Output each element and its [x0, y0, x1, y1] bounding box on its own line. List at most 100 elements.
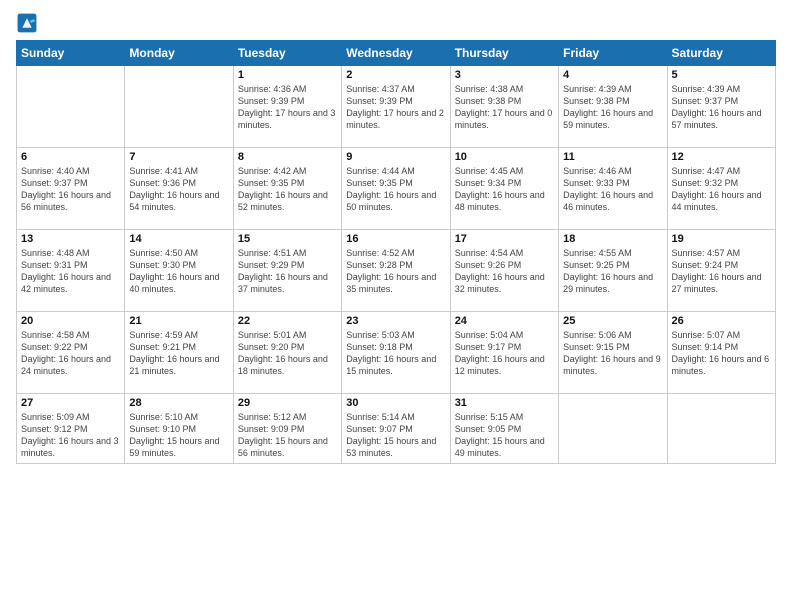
calendar-cell: 26 Sunrise: 5:07 AMSunset: 9:14 PMDayligh… [667, 312, 775, 394]
day-number: 15 [238, 233, 337, 245]
day-number: 27 [21, 397, 120, 409]
calendar-cell: 4Sunrise: 4:39 AMSunset: 9:38 PMDaylight… [559, 66, 667, 148]
day-number: 6 [21, 151, 120, 163]
calendar-cell: 8Sunrise: 4:42 AMSunset: 9:35 PMDaylight… [233, 148, 341, 230]
day-number: 26 [672, 315, 771, 327]
calendar-cell: 3 Sunrise: 4:38 AMSunset: 9:38 PMDaylight… [450, 66, 558, 148]
day-number: 17 [455, 233, 554, 245]
calendar-cell: 30 Sunrise: 5:14 AMSunset: 9:07 PMDayligh… [342, 394, 450, 464]
calendar-cell: 1 Sunrise: 4:36 AMSunset: 9:39 PMDaylight… [233, 66, 341, 148]
day-info: Sunrise: 5:06 AMSunset: 9:15 PMDaylight:… [563, 330, 661, 376]
day-info: Sunrise: 4:41 AMSunset: 9:36 PMDaylight:… [129, 166, 219, 212]
day-info: Sunrise: 5:10 AMSunset: 9:10 PMDaylight:… [129, 412, 219, 458]
calendar-cell: 11 Sunrise: 4:46 AMSunset: 9:33 PMDayligh… [559, 148, 667, 230]
day-info: Sunrise: 5:12 AMSunset: 9:09 PMDaylight:… [238, 412, 328, 458]
day-number: 1 [238, 69, 337, 81]
day-info: Sunrise: 4:50 AMSunset: 9:30 PMDaylight:… [129, 248, 219, 294]
calendar-cell: 17 Sunrise: 4:54 AMSunset: 9:26 PMDayligh… [450, 230, 558, 312]
calendar-cell: 7 Sunrise: 4:41 AMSunset: 9:36 PMDaylight… [125, 148, 233, 230]
day-number: 12 [672, 151, 771, 163]
day-info: Sunrise: 4:40 AMSunset: 9:37 PMDaylight:… [21, 166, 111, 212]
day-number: 11 [563, 151, 662, 163]
calendar-cell: 14 Sunrise: 4:50 AMSunset: 9:30 PMDayligh… [125, 230, 233, 312]
logo [16, 12, 42, 34]
calendar-cell: 16 Sunrise: 4:52 AMSunset: 9:28 PMDayligh… [342, 230, 450, 312]
day-number: 22 [238, 315, 337, 327]
day-info: Sunrise: 4:52 AMSunset: 9:28 PMDaylight:… [346, 248, 436, 294]
day-info: Sunrise: 4:51 AMSunset: 9:29 PMDaylight:… [238, 248, 328, 294]
day-info: Sunrise: 4:44 AMSunset: 9:35 PMDaylight:… [346, 166, 436, 212]
day-number: 3 [455, 69, 554, 81]
day-info: Sunrise: 4:46 AMSunset: 9:33 PMDaylight:… [563, 166, 653, 212]
calendar-cell: 24 Sunrise: 5:04 AMSunset: 9:17 PMDayligh… [450, 312, 558, 394]
day-info: Sunrise: 4:57 AMSunset: 9:24 PMDaylight:… [672, 248, 762, 294]
calendar-cell: 19 Sunrise: 4:57 AMSunset: 9:24 PMDayligh… [667, 230, 775, 312]
day-info: Sunrise: 4:45 AMSunset: 9:34 PMDaylight:… [455, 166, 545, 212]
calendar-cell: 2 Sunrise: 4:37 AMSunset: 9:39 PMDaylight… [342, 66, 450, 148]
day-number: 25 [563, 315, 662, 327]
calendar-cell: 22 Sunrise: 5:01 AMSunset: 9:20 PMDayligh… [233, 312, 341, 394]
day-number: 2 [346, 69, 445, 81]
calendar-cell: 10 Sunrise: 4:45 AMSunset: 9:34 PMDayligh… [450, 148, 558, 230]
day-number: 20 [21, 315, 120, 327]
day-info: Sunrise: 5:14 AMSunset: 9:07 PMDaylight:… [346, 412, 436, 458]
day-number: 9 [346, 151, 445, 163]
calendar-cell: 6 Sunrise: 4:40 AMSunset: 9:37 PMDaylight… [17, 148, 125, 230]
calendar: SundayMondayTuesdayWednesdayThursdayFrid… [16, 40, 776, 464]
calendar-cell: 21 Sunrise: 4:59 AMSunset: 9:21 PMDayligh… [125, 312, 233, 394]
day-number: 13 [21, 233, 120, 245]
day-number: 19 [672, 233, 771, 245]
calendar-cell: 9 Sunrise: 4:44 AMSunset: 9:35 PMDaylight… [342, 148, 450, 230]
day-info: Sunrise: 4:54 AMSunset: 9:26 PMDaylight:… [455, 248, 545, 294]
day-info: Sunrise: 4:39 AMSunset: 9:38 PMDaylight:… [563, 84, 653, 130]
weekday-header-sunday: Sunday [17, 41, 125, 66]
day-number: 18 [563, 233, 662, 245]
day-info: Sunrise: 4:37 AMSunset: 9:39 PMDaylight:… [346, 84, 444, 130]
calendar-cell: 25 Sunrise: 5:06 AMSunset: 9:15 PMDayligh… [559, 312, 667, 394]
day-number: 24 [455, 315, 554, 327]
day-info: Sunrise: 4:55 AMSunset: 9:25 PMDaylight:… [563, 248, 653, 294]
day-number: 23 [346, 315, 445, 327]
day-number: 7 [129, 151, 228, 163]
calendar-cell [125, 66, 233, 148]
day-info: Sunrise: 4:58 AMSunset: 9:22 PMDaylight:… [21, 330, 111, 376]
day-info: Sunrise: 4:47 AMSunset: 9:32 PMDaylight:… [672, 166, 762, 212]
day-number: 30 [346, 397, 445, 409]
day-info: Sunrise: 5:01 AMSunset: 9:20 PMDaylight:… [238, 330, 328, 376]
calendar-cell: 23 Sunrise: 5:03 AMSunset: 9:18 PMDayligh… [342, 312, 450, 394]
day-info: Sunrise: 5:07 AMSunset: 9:14 PMDaylight:… [672, 330, 770, 376]
weekday-header-thursday: Thursday [450, 41, 558, 66]
day-info: Sunrise: 5:15 AMSunset: 9:05 PMDaylight:… [455, 412, 545, 458]
day-info: Sunrise: 4:42 AMSunset: 9:35 PMDaylight:… [238, 166, 328, 212]
calendar-cell: 20 Sunrise: 4:58 AMSunset: 9:22 PMDayligh… [17, 312, 125, 394]
calendar-cell: 28 Sunrise: 5:10 AMSunset: 9:10 PMDayligh… [125, 394, 233, 464]
day-number: 16 [346, 233, 445, 245]
calendar-cell: 31 Sunrise: 5:15 AMSunset: 9:05 PMDayligh… [450, 394, 558, 464]
logo-icon [16, 12, 38, 34]
day-number: 28 [129, 397, 228, 409]
day-number: 21 [129, 315, 228, 327]
calendar-cell: 18 Sunrise: 4:55 AMSunset: 9:25 PMDayligh… [559, 230, 667, 312]
day-number: 5 [672, 69, 771, 81]
day-info: Sunrise: 4:38 AMSunset: 9:38 PMDaylight:… [455, 84, 553, 130]
weekday-header-wednesday: Wednesday [342, 41, 450, 66]
day-info: Sunrise: 4:36 AMSunset: 9:39 PMDaylight:… [238, 84, 336, 130]
calendar-cell: 13 Sunrise: 4:48 AMSunset: 9:31 PMDayligh… [17, 230, 125, 312]
day-info: Sunrise: 4:48 AMSunset: 9:31 PMDaylight:… [21, 248, 111, 294]
day-number: 31 [455, 397, 554, 409]
weekday-header-monday: Monday [125, 41, 233, 66]
weekday-header-friday: Friday [559, 41, 667, 66]
day-info: Sunrise: 4:59 AMSunset: 9:21 PMDaylight:… [129, 330, 219, 376]
calendar-cell: 29Sunrise: 5:12 AMSunset: 9:09 PMDayligh… [233, 394, 341, 464]
weekday-header-tuesday: Tuesday [233, 41, 341, 66]
calendar-cell: 5Sunrise: 4:39 AMSunset: 9:37 PMDaylight… [667, 66, 775, 148]
day-info: Sunrise: 5:03 AMSunset: 9:18 PMDaylight:… [346, 330, 436, 376]
calendar-cell: 15 Sunrise: 4:51 AMSunset: 9:29 PMDayligh… [233, 230, 341, 312]
day-info: Sunrise: 5:04 AMSunset: 9:17 PMDaylight:… [455, 330, 545, 376]
day-number: 10 [455, 151, 554, 163]
calendar-cell: 27 Sunrise: 5:09 AMSunset: 9:12 PMDayligh… [17, 394, 125, 464]
day-info: Sunrise: 5:09 AMSunset: 9:12 PMDaylight:… [21, 412, 119, 458]
weekday-header-saturday: Saturday [667, 41, 775, 66]
day-number: 14 [129, 233, 228, 245]
calendar-cell [17, 66, 125, 148]
